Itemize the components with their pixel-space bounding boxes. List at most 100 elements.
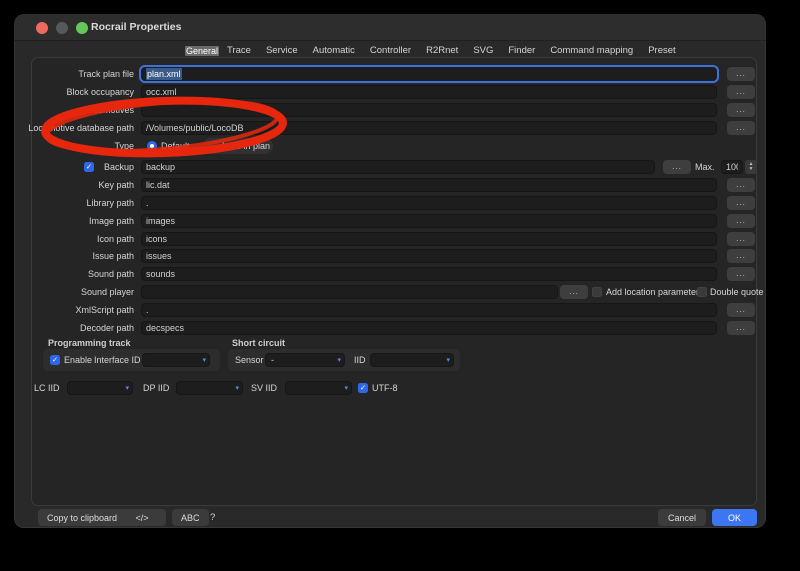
decoder-path-input[interactable] xyxy=(141,321,717,335)
locomotives-row: Locomotives ... xyxy=(32,102,756,118)
content-panel: Track plan file plan.xml ... Block occup… xyxy=(31,57,757,506)
type-in-plan-radio[interactable] xyxy=(208,141,218,151)
block-occupancy-input[interactable] xyxy=(141,85,717,99)
track-plan-file-row: Track plan file plan.xml ... xyxy=(32,66,756,82)
help-button[interactable]: ? xyxy=(210,509,215,526)
backup-max-stepper[interactable]: ▴▾ xyxy=(745,160,757,174)
ok-button[interactable]: OK xyxy=(712,509,757,526)
backup-max-label: Max. xyxy=(695,162,715,172)
copy-to-clipboard-button[interactable]: Copy to clipboard xyxy=(38,509,126,526)
tab-bar: General Trace Service Automatic Controll… xyxy=(185,43,683,58)
type-in-plan-option[interactable]: Locs in plan xyxy=(203,138,273,154)
sound-path-input[interactable] xyxy=(141,267,717,281)
short-circuit-title: Short circuit xyxy=(232,338,285,348)
track-plan-file-input[interactable]: plan.xml xyxy=(141,67,717,81)
lc-iid-combo[interactable]: ▾ xyxy=(67,381,133,395)
zoom-button[interactable] xyxy=(76,22,88,34)
add-location-parameter-label: Add location parameter xyxy=(606,287,699,297)
browse-button[interactable]: ... xyxy=(727,67,755,81)
track-plan-file-label: Track plan file xyxy=(78,69,134,79)
chevron-down-icon: ▾ xyxy=(446,357,450,364)
sv-iid-combo[interactable]: ▾ xyxy=(285,381,352,395)
code-button[interactable]: </> xyxy=(118,509,166,526)
key-path-input[interactable] xyxy=(141,178,717,192)
chevron-down-icon: ▾ xyxy=(337,357,341,364)
key-path-row: Key path ... xyxy=(32,177,756,193)
browse-button[interactable]: ... xyxy=(727,303,755,317)
abc-button[interactable]: ABC xyxy=(172,509,209,526)
cancel-button[interactable]: Cancel xyxy=(658,509,706,526)
iid-row: LC IID ▾ DP IID ▾ SV IID ▾ ✓ UTF-8 xyxy=(32,380,756,396)
sound-player-input[interactable] xyxy=(141,285,558,299)
browse-button[interactable]: ... xyxy=(727,249,755,263)
block-occupancy-label: Block occupancy xyxy=(66,87,134,97)
browse-button[interactable]: ... xyxy=(663,160,691,174)
backup-path-input[interactable] xyxy=(141,160,655,174)
titlebar: Rocrail Properties xyxy=(14,14,766,41)
dp-iid-label: DP IID xyxy=(143,383,169,393)
browse-button[interactable]: ... xyxy=(727,214,755,228)
browse-button[interactable]: ... xyxy=(727,103,755,117)
add-location-parameter-checkbox[interactable] xyxy=(592,287,602,297)
backup-max-input[interactable] xyxy=(721,160,743,174)
locomotives-input[interactable] xyxy=(141,103,717,117)
sound-player-row: Sound player ... Add location parameter … xyxy=(32,284,756,300)
chevron-down-icon: ▾ xyxy=(344,385,348,392)
icon-path-input[interactable] xyxy=(141,232,717,246)
type-in-plan-label: Locs in plan xyxy=(222,141,270,151)
window-title: Rocrail Properties xyxy=(91,14,181,40)
library-path-label: Library path xyxy=(86,198,134,208)
browse-button[interactable]: ... xyxy=(727,121,755,135)
chevron-down-icon: ▾ xyxy=(125,385,129,392)
tab-finder[interactable]: Finder xyxy=(501,44,542,58)
tab-preset[interactable]: Preset xyxy=(641,44,682,58)
browse-button[interactable]: ... xyxy=(727,321,755,335)
browse-button[interactable]: ... xyxy=(727,232,755,246)
image-path-input[interactable] xyxy=(141,214,717,228)
issue-path-input[interactable] xyxy=(141,249,717,263)
close-button[interactable] xyxy=(36,22,48,34)
xmlscript-path-input[interactable] xyxy=(141,303,717,317)
decoder-path-row: Decoder path ... xyxy=(32,320,756,336)
tab-controller[interactable]: Controller xyxy=(363,44,418,58)
key-path-label: Key path xyxy=(98,180,134,190)
tab-r2rnet[interactable]: R2Rnet xyxy=(419,44,465,58)
sensor-label: Sensor xyxy=(235,355,264,365)
image-path-label: Image path xyxy=(89,216,134,226)
xmlscript-path-label: XmlScript path xyxy=(75,305,134,315)
icon-path-row: Icon path ... xyxy=(32,231,756,247)
type-label: Type xyxy=(114,141,134,151)
short-circuit-iid-combo[interactable]: ▾ xyxy=(370,353,454,367)
tab-service[interactable]: Service xyxy=(259,44,305,58)
type-default-radio[interactable] xyxy=(147,141,157,151)
loco-db-path-row: Locomotive database path ... xyxy=(32,120,756,136)
rocrail-properties-window: Rocrail Properties General Trace Service… xyxy=(14,14,766,528)
double-quote-checkbox[interactable] xyxy=(697,287,707,297)
library-path-input[interactable] xyxy=(141,196,717,210)
tab-svg[interactable]: SVG xyxy=(466,44,500,58)
browse-button[interactable]: ... xyxy=(727,178,755,192)
sv-iid-label: SV IID xyxy=(251,383,277,393)
browse-button[interactable]: ... xyxy=(727,267,755,281)
tab-automatic[interactable]: Automatic xyxy=(306,44,362,58)
loco-db-path-label: Locomotive database path xyxy=(28,123,134,133)
minimize-button[interactable] xyxy=(56,22,68,34)
tab-command-mapping[interactable]: Command mapping xyxy=(543,44,640,58)
loco-db-path-input[interactable] xyxy=(141,121,717,135)
tab-trace[interactable]: Trace xyxy=(220,44,258,58)
backup-checkbox[interactable]: ✓ xyxy=(84,162,94,172)
browse-button[interactable]: ... xyxy=(727,196,755,210)
type-default-label: Default xyxy=(161,141,190,151)
browse-button[interactable]: ... xyxy=(560,285,588,299)
dp-iid-combo[interactable]: ▾ xyxy=(176,381,243,395)
block-occupancy-row: Block occupancy ... xyxy=(32,84,756,100)
utf8-checkbox[interactable]: ✓ xyxy=(358,383,368,393)
programming-track-title: Programming track xyxy=(48,338,131,348)
chevron-down-icon: ▾ xyxy=(235,385,239,392)
sound-path-label: Sound path xyxy=(88,269,134,279)
tab-general[interactable]: General xyxy=(185,46,219,56)
sensor-combo[interactable]: -▾ xyxy=(265,353,345,367)
sound-player-label: Sound player xyxy=(81,287,134,297)
browse-button[interactable]: ... xyxy=(727,85,755,99)
sound-path-row: Sound path ... xyxy=(32,266,756,282)
